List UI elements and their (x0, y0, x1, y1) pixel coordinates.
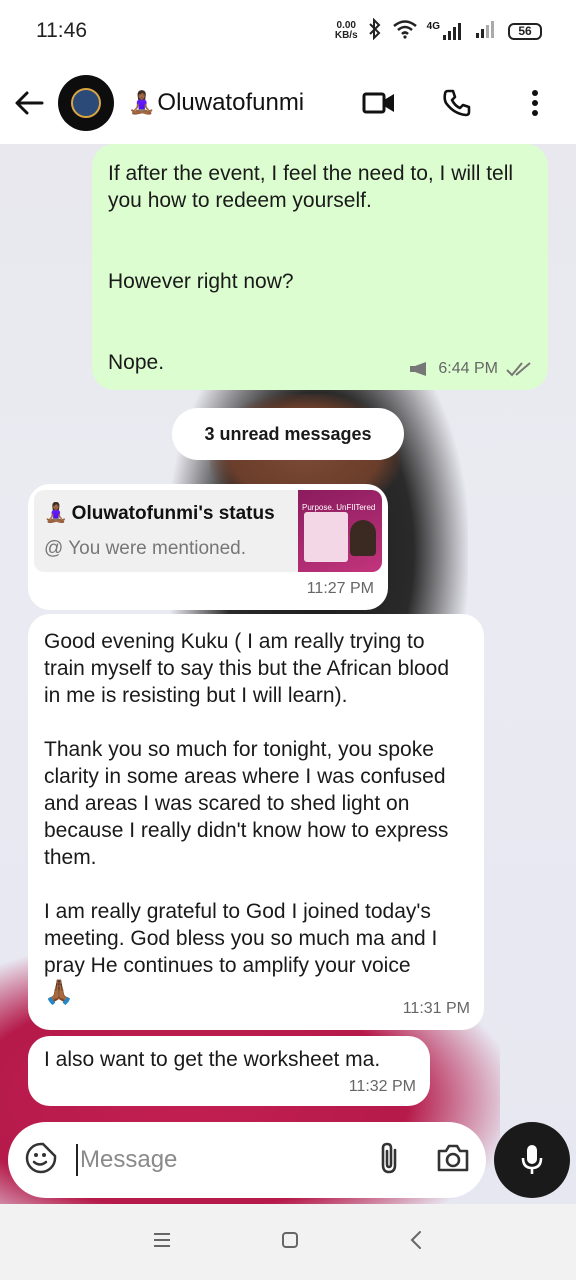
message-meta: 6:44 PM (408, 355, 532, 382)
message-input[interactable]: Message (80, 1146, 177, 1174)
arrow-left-icon (15, 91, 44, 115)
menu-icon (154, 1232, 170, 1247)
wifi-icon (392, 19, 418, 44)
contact-name[interactable]: 🧘🏾‍♀️ Oluwatofunmi (128, 89, 304, 117)
bluetooth-icon (367, 17, 383, 45)
avatar[interactable] (58, 75, 114, 131)
battery-icon: 56 (508, 22, 542, 40)
status-quote[interactable]: 🧘🏾‍♀️ Oluwatofunmi's status @ You were m… (34, 490, 382, 572)
incoming-message[interactable]: Good evening Kuku ( I am really trying t… (28, 614, 484, 1030)
incoming-message[interactable]: I also want to get the worksheet ma. 11:… (28, 1036, 430, 1106)
signal-icon-2 (475, 19, 499, 44)
back-button[interactable] (12, 86, 46, 120)
status-mention: @ You were mentioned. (44, 538, 247, 559)
square-icon (282, 1231, 298, 1248)
camera-button[interactable] (436, 1143, 470, 1178)
status-title: Oluwatofunmi's status (71, 503, 275, 524)
status-reply-message[interactable]: 🧘🏾‍♀️ Oluwatofunmi's status @ You were m… (28, 484, 388, 610)
microphone-icon (521, 1145, 543, 1174)
sticker-icon (25, 1142, 57, 1173)
voice-call-button[interactable] (438, 84, 476, 122)
double-check-icon (506, 361, 531, 376)
voice-record-button[interactable] (494, 1122, 570, 1198)
more-options-button[interactable] (516, 84, 554, 122)
outgoing-message[interactable]: If after the event, I feel the need to, … (92, 144, 548, 390)
sticker-button[interactable] (24, 1141, 58, 1180)
status-icons: 0.00 KB/s 4G 56 (334, 17, 542, 45)
chevron-left-icon (410, 1230, 421, 1249)
paperclip-icon (381, 1142, 397, 1173)
video-camera-icon (362, 92, 394, 114)
camera-icon (437, 1144, 469, 1171)
system-nav-bar (0, 1204, 576, 1280)
text-cursor (76, 1144, 78, 1176)
megaphone-icon (410, 361, 427, 376)
chat-area[interactable]: If after the event, I feel the need to, … (0, 144, 576, 1204)
network-speed: 0.00 KB/s (334, 20, 358, 41)
header-actions (360, 84, 564, 122)
phone-icon (443, 89, 471, 117)
more-vertical-icon (532, 90, 538, 116)
unread-divider: 3 unread messages (172, 408, 404, 460)
home-button[interactable] (281, 1231, 299, 1254)
status-thumbnail: Purpose. UnFIlTered (298, 490, 382, 572)
status-time: 11:46 (36, 19, 87, 42)
system-back-button[interactable] (409, 1230, 423, 1255)
video-call-button[interactable] (360, 84, 398, 122)
signal-icon: 4G (427, 21, 466, 41)
recents-button[interactable] (153, 1232, 171, 1253)
attach-button[interactable] (378, 1141, 400, 1180)
status-bar: 11:46 0.00 KB/s 4G 56 (0, 0, 576, 62)
message-composer[interactable]: Message (8, 1122, 486, 1198)
chat-header: 🧘🏾‍♀️ Oluwatofunmi (0, 62, 576, 144)
